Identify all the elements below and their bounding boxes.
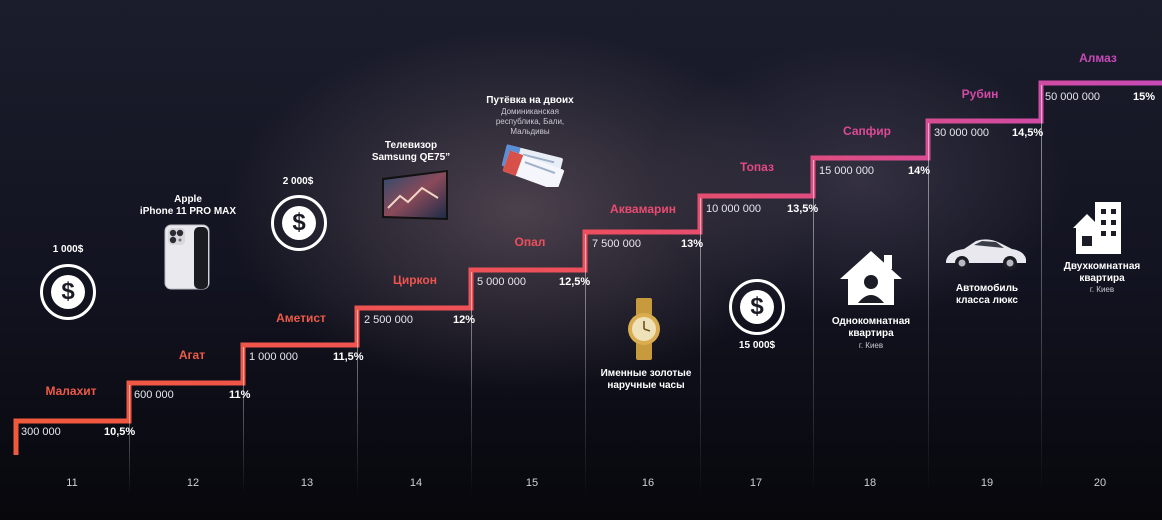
level-amount: 7 500 000 — [592, 238, 641, 250]
level-number: 12 — [186, 477, 200, 489]
level-name: Сапфир — [843, 124, 891, 138]
level-name: Алмаз — [1079, 51, 1117, 65]
tickets-icon — [501, 144, 564, 187]
divider — [471, 272, 472, 495]
prize-subtitle: г. Киев — [858, 341, 884, 350]
dollar-icon: $ — [729, 279, 785, 335]
level-amount: 50 000 000 — [1045, 91, 1101, 103]
car-icon — [946, 239, 1026, 270]
level-percent: 12,5% — [559, 276, 591, 288]
level-percent: 14% — [908, 165, 931, 177]
level-name: Агат — [178, 348, 206, 362]
level-percent: 13,5% — [787, 203, 819, 215]
level-amount: 2 500 000 — [364, 314, 413, 326]
prize-title: Именные золотые наручные часы — [600, 368, 692, 391]
watch-icon — [628, 298, 660, 360]
divider — [357, 310, 358, 495]
level-percent: 14,5% — [1012, 127, 1044, 139]
level-number: 11 — [66, 477, 78, 489]
level-number: 17 — [749, 477, 763, 489]
level-amount: 10 000 000 — [706, 203, 762, 215]
level-amount: 300 000 — [21, 426, 61, 438]
house-icon — [840, 251, 902, 305]
prize-title: 2 000$ — [282, 176, 314, 187]
prize-title: 1 000$ — [52, 244, 84, 255]
building-icon — [1073, 202, 1121, 254]
prize-title: 15 000$ — [738, 340, 776, 351]
level-number: 18 — [863, 477, 877, 489]
career-ladder: Малахит Агат Аметист Циркон Опал Аквамар… — [0, 0, 1162, 520]
tv-icon — [382, 170, 448, 220]
divider — [243, 347, 244, 495]
prize-title: Apple iPhone 11 PRO MAX — [139, 194, 237, 217]
level-name: Аквамарин — [610, 202, 676, 216]
level-percent: 11% — [229, 389, 251, 401]
level-amount: 5 000 000 — [477, 276, 526, 288]
level-number: 14 — [409, 477, 423, 489]
level-amount: 30 000 000 — [934, 127, 990, 139]
level-percent: 13% — [681, 238, 704, 250]
level-name: Опал — [514, 235, 546, 249]
level-amount: 15 000 000 — [819, 165, 875, 177]
level-name: Аметист — [276, 311, 326, 325]
level-name: Малахит — [45, 384, 97, 398]
prize-title: Телевизор Samsung QE75” — [371, 140, 451, 163]
smartphone-icon — [164, 224, 210, 290]
level-name: Топаз — [740, 160, 774, 174]
prize-title: Однокомнатная квартира — [831, 316, 911, 339]
level-percent: 15% — [1133, 91, 1156, 103]
dollar-icon: $ — [271, 195, 327, 251]
level-number: 20 — [1093, 477, 1107, 489]
divider — [928, 123, 929, 495]
level-number: 19 — [980, 477, 994, 489]
level-name: Рубин — [961, 87, 999, 101]
prize-title: Двухкомнатная квартира — [1063, 261, 1141, 284]
level-number: 13 — [300, 477, 314, 489]
level-amount: 1 000 000 — [249, 351, 298, 363]
divider — [585, 234, 586, 495]
dollar-icon: $ — [40, 264, 96, 320]
prize-subtitle: г. Киев — [1089, 285, 1115, 294]
level-number: 15 — [525, 477, 539, 489]
level-name: Циркон — [393, 273, 437, 287]
prize-subtitle: Доминиканская республика, Бали, Мальдивы — [495, 107, 565, 136]
divider — [129, 385, 130, 495]
level-percent: 12% — [453, 314, 476, 326]
level-amount: 600 000 — [134, 389, 174, 401]
level-percent: 11,5% — [333, 351, 364, 363]
level-percent: 10,5% — [104, 426, 136, 438]
prize-title: Автомобиль класса люкс — [955, 283, 1019, 306]
prize-title: Путёвка на двоих — [486, 95, 574, 106]
level-number: 16 — [641, 477, 655, 489]
